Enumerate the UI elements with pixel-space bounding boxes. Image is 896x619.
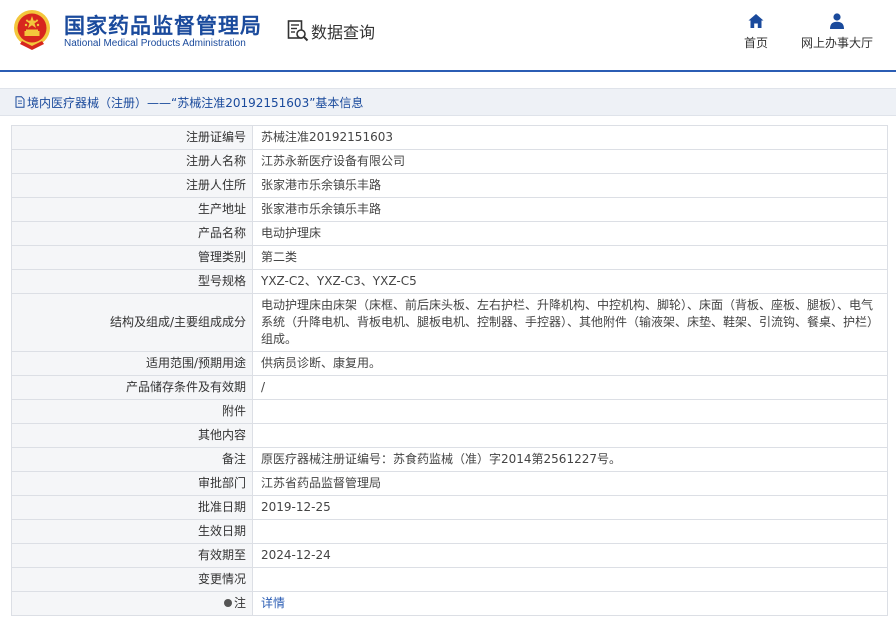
field-label: 生效日期: [11, 519, 253, 544]
table-row: 批准日期 2019-12-25: [11, 495, 888, 520]
field-value: 张家港市乐余镇乐丰路: [252, 197, 888, 222]
field-value: [252, 519, 888, 544]
table-row: 生效日期: [11, 519, 888, 544]
table-row-note: 注 详情: [11, 591, 888, 616]
field-value: 2024-12-24: [252, 543, 888, 568]
field-value: 江苏永新医疗设备有限公司: [252, 149, 888, 174]
field-value: [252, 567, 888, 592]
field-label: 有效期至: [11, 543, 253, 568]
field-label: 产品储存条件及有效期: [11, 375, 253, 400]
field-value: /: [252, 375, 888, 400]
table-row: 产品名称 电动护理床: [11, 221, 888, 246]
field-label: 变更情况: [11, 567, 253, 592]
field-label: 产品名称: [11, 221, 253, 246]
nav-online-service-hall[interactable]: 网上办事大厅: [798, 12, 876, 51]
field-label-note: 注: [11, 591, 253, 616]
field-value-note: 详情: [252, 591, 888, 616]
field-value: 电动护理床: [252, 221, 888, 246]
field-value: 苏械注准20192151603: [252, 125, 888, 150]
national-emblem-icon: [14, 10, 50, 50]
field-value: YXZ-C2、YXZ-C3、YXZ-C5: [252, 269, 888, 294]
table-row: 型号规格 YXZ-C2、YXZ-C3、YXZ-C5: [11, 269, 888, 294]
field-value: 江苏省药品监督管理局: [252, 471, 888, 496]
table-row: 变更情况: [11, 567, 888, 592]
breadcrumb-text: 境内医疗器械（注册）——“苏械注准20192151603”基本信息: [27, 95, 364, 110]
table-row: 注册人名称 江苏永新医疗设备有限公司: [11, 149, 888, 174]
site-title: 国家药品监督管理局: [64, 14, 262, 38]
table-row: 注册证编号 苏械注准20192151603: [11, 125, 888, 150]
table-row: 管理类别 第二类: [11, 245, 888, 270]
table-row: 适用范围/预期用途 供病员诊断、康复用。: [11, 351, 888, 376]
field-label: 备注: [11, 447, 253, 472]
field-value: 供病员诊断、康复用。: [252, 351, 888, 376]
field-value: 第二类: [252, 245, 888, 270]
data-query-label: 数据查询: [311, 23, 376, 42]
bullet-icon: [223, 599, 232, 607]
field-value: 2019-12-25: [252, 495, 888, 520]
field-label: 适用范围/预期用途: [11, 351, 253, 376]
field-label: 管理类别: [11, 245, 253, 270]
field-label: 其他内容: [11, 423, 253, 448]
registration-info-table: 注册证编号 苏械注准20192151603 注册人名称 江苏永新医疗设备有限公司 注册人…: [11, 125, 888, 616]
table-row: 审批部门 江苏省药品监督管理局: [11, 471, 888, 496]
field-label: 注册人住所: [11, 173, 253, 198]
document-icon: [15, 96, 25, 108]
home-icon: [748, 14, 764, 28]
site-subtitle: National Medical Products Administration: [64, 38, 246, 49]
field-label: 生产地址: [11, 197, 253, 222]
field-value: 电动护理床由床架（床框、前后床头板、左右护栏、升降机构、中控机构、脚轮）、床面（…: [252, 293, 888, 352]
table-row: 生产地址 张家港市乐余镇乐丰路: [11, 197, 888, 222]
field-label: 注册证编号: [11, 125, 253, 150]
detail-link[interactable]: 详情: [261, 596, 285, 610]
nav-online-service-hall-label: 网上办事大厅: [800, 36, 873, 50]
table-row: 注册人住所 张家港市乐余镇乐丰路: [11, 173, 888, 198]
field-label: 型号规格: [11, 269, 253, 294]
field-label: 审批部门: [11, 471, 253, 496]
field-value: [252, 423, 888, 448]
table-row: 结构及组成/主要组成成分 电动护理床由床架（床框、前后床头板、左右护栏、升降机构、…: [11, 293, 888, 352]
field-label: 附件: [11, 399, 253, 424]
field-value: 原医疗器械注册证编号：苏食药监械（准）字2014第2561227号。: [252, 447, 888, 472]
table-row: 备注 原医疗器械注册证编号：苏食药监械（准）字2014第2561227号。: [11, 447, 888, 472]
nav-home-label: 首页: [743, 36, 768, 50]
table-row: 其他内容: [11, 423, 888, 448]
field-value: 张家港市乐余镇乐丰路: [252, 173, 888, 198]
field-label: 结构及组成/主要组成成分: [11, 293, 253, 352]
document-search-icon: [287, 20, 309, 42]
field-label: 注册人名称: [11, 149, 253, 174]
field-label: 批准日期: [11, 495, 253, 520]
note-label: 注: [233, 596, 246, 610]
table-row: 附件: [11, 399, 888, 424]
field-value: [252, 399, 888, 424]
site-header: 国家药品监督管理局 National Medical Products Admi…: [0, 0, 896, 72]
breadcrumb: 境内医疗器械（注册）——“苏械注准20192151603”基本信息: [0, 88, 896, 116]
user-icon: [830, 13, 844, 29]
table-row: 有效期至 2024-12-24: [11, 543, 888, 568]
data-query-section: 数据查询: [287, 18, 375, 44]
nav-home[interactable]: 首页: [738, 12, 774, 51]
table-row: 产品储存条件及有效期 /: [11, 375, 888, 400]
